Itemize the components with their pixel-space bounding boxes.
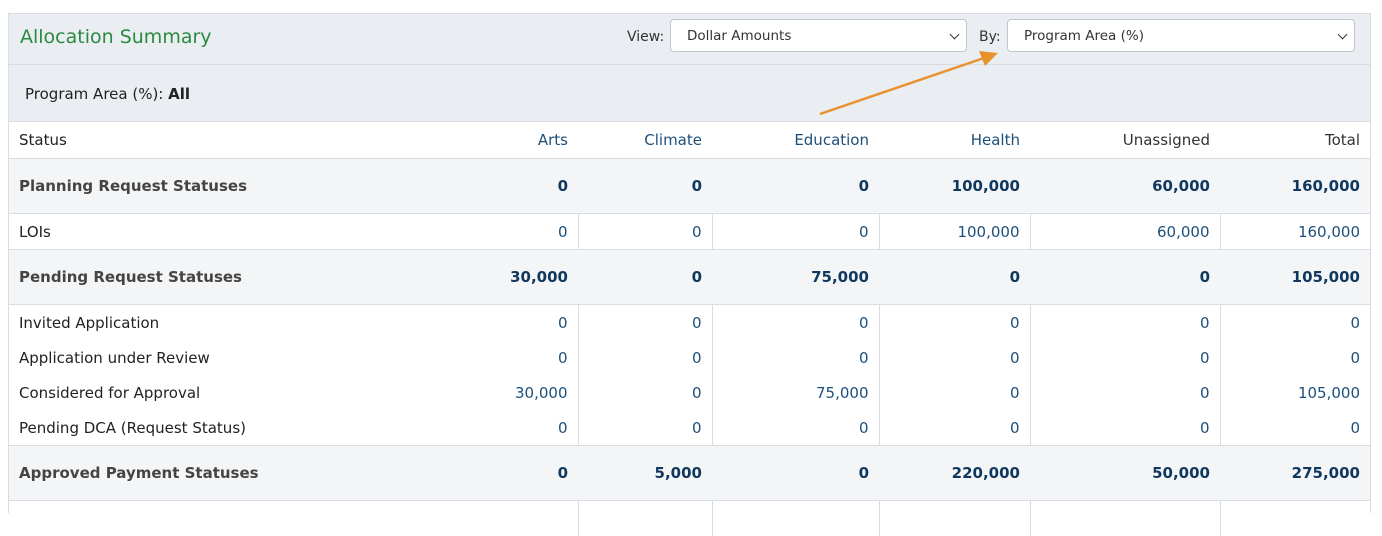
cell-climate[interactable]: 0 [578,159,712,214]
cell-climate[interactable]: 0 [578,214,712,250]
cell-climate[interactable]: 0 [578,305,712,341]
view-select-value: Dollar Amounts [687,28,791,44]
panel-header: Allocation Summary View: Dollar Amounts … [9,14,1370,65]
cell-unassigned[interactable]: 0 [1030,340,1220,375]
cell-unassigned[interactable]: 60,000 [1030,159,1220,214]
cell-education[interactable]: 0 [712,340,879,375]
row-label: LOIs [9,214,437,250]
cell-climate[interactable] [578,501,712,536]
column-header-status: Status [9,122,437,159]
cell-health[interactable] [879,501,1030,536]
by-select-value: Program Area (%) [1024,28,1144,44]
cell-education[interactable]: 0 [712,159,879,214]
row-label: Invited Application [9,305,437,341]
row-label [9,501,437,536]
view-select[interactable]: Dollar Amounts [670,19,967,52]
cell-unassigned[interactable]: 0 [1030,250,1220,305]
table-row: Considered for Approval30,000075,0000010… [9,375,1370,410]
cell-unassigned[interactable]: 0 [1030,305,1220,341]
table-row: Pending DCA (Request Status)000000 [9,410,1370,446]
cell-education[interactable]: 0 [712,214,879,250]
cell-education[interactable]: 0 [712,305,879,341]
cell-unassigned[interactable]: 60,000 [1030,214,1220,250]
cell-total[interactable]: 0 [1220,410,1370,446]
cell-arts[interactable] [437,501,578,536]
cell-climate[interactable]: 5,000 [578,446,712,501]
table-row: LOIs000100,00060,000160,000 [9,214,1370,250]
filter-value: All [168,85,190,103]
panel-title: Allocation Summary [20,26,212,48]
cell-health[interactable]: 220,000 [879,446,1030,501]
row-label: Approved Payment Statuses [9,446,437,501]
cell-total[interactable]: 275,000 [1220,446,1370,501]
table-header-row: StatusArtsClimateEducationHealthUnassign… [9,122,1370,159]
by-label: By: [979,29,1001,45]
table-row: Application under Review000000 [9,340,1370,375]
table-row [9,501,1370,536]
cell-total[interactable]: 105,000 [1220,250,1370,305]
cell-health[interactable]: 100,000 [879,214,1030,250]
cell-total[interactable]: 160,000 [1220,159,1370,214]
chevron-down-icon [1338,30,1348,40]
cell-health[interactable]: 0 [879,410,1030,446]
cell-health[interactable]: 0 [879,250,1030,305]
cell-unassigned[interactable]: 50,000 [1030,446,1220,501]
column-header-climate[interactable]: Climate [578,122,712,159]
row-label: Pending Request Statuses [9,250,437,305]
cell-health[interactable]: 0 [879,340,1030,375]
cell-education[interactable]: 0 [712,410,879,446]
cell-total[interactable]: 0 [1220,340,1370,375]
allocation-summary-panel: Allocation Summary View: Dollar Amounts … [8,13,1371,513]
cell-climate[interactable]: 0 [578,375,712,410]
table-body: Planning Request Statuses000100,00060,00… [9,159,1370,536]
by-select[interactable]: Program Area (%) [1007,19,1355,52]
cell-education[interactable] [712,501,879,536]
cell-total[interactable]: 160,000 [1220,214,1370,250]
cell-arts[interactable]: 0 [437,340,578,375]
cell-arts[interactable]: 30,000 [437,250,578,305]
column-header-health[interactable]: Health [879,122,1030,159]
group-row: Approved Payment Statuses05,0000220,0005… [9,446,1370,501]
group-row: Planning Request Statuses000100,00060,00… [9,159,1370,214]
allocation-table: StatusArtsClimateEducationHealthUnassign… [9,122,1370,536]
cell-total[interactable]: 0 [1220,305,1370,341]
cell-unassigned[interactable]: 0 [1030,410,1220,446]
cell-unassigned[interactable]: 0 [1030,375,1220,410]
filter-bar: Program Area (%): All [9,65,1370,122]
column-header-unassigned[interactable]: Unassigned [1030,122,1220,159]
cell-health[interactable]: 0 [879,375,1030,410]
group-row: Pending Request Statuses30,000075,000001… [9,250,1370,305]
cell-arts[interactable]: 0 [437,214,578,250]
cell-education[interactable]: 0 [712,446,879,501]
view-label: View: [627,29,664,45]
cell-arts[interactable]: 0 [437,305,578,341]
cell-climate[interactable]: 0 [578,340,712,375]
cell-arts[interactable]: 0 [437,410,578,446]
cell-unassigned[interactable] [1030,501,1220,536]
cell-education[interactable]: 75,000 [712,250,879,305]
cell-total[interactable]: 105,000 [1220,375,1370,410]
row-label: Application under Review [9,340,437,375]
column-header-total[interactable]: Total [1220,122,1370,159]
row-label: Considered for Approval [9,375,437,410]
cell-climate[interactable]: 0 [578,250,712,305]
cell-education[interactable]: 75,000 [712,375,879,410]
chevron-down-icon [950,30,960,40]
cell-arts[interactable]: 30,000 [437,375,578,410]
cell-arts[interactable]: 0 [437,446,578,501]
filter-text: Program Area (%): All [25,85,190,103]
table-row: Invited Application000000 [9,305,1370,341]
cell-climate[interactable]: 0 [578,410,712,446]
row-label: Planning Request Statuses [9,159,437,214]
filter-label: Program Area (%): [25,85,163,103]
column-header-education[interactable]: Education [712,122,879,159]
cell-arts[interactable]: 0 [437,159,578,214]
column-header-arts[interactable]: Arts [437,122,578,159]
cell-health[interactable]: 0 [879,305,1030,341]
row-label: Pending DCA (Request Status) [9,410,437,446]
cell-total[interactable] [1220,501,1370,536]
cell-health[interactable]: 100,000 [879,159,1030,214]
